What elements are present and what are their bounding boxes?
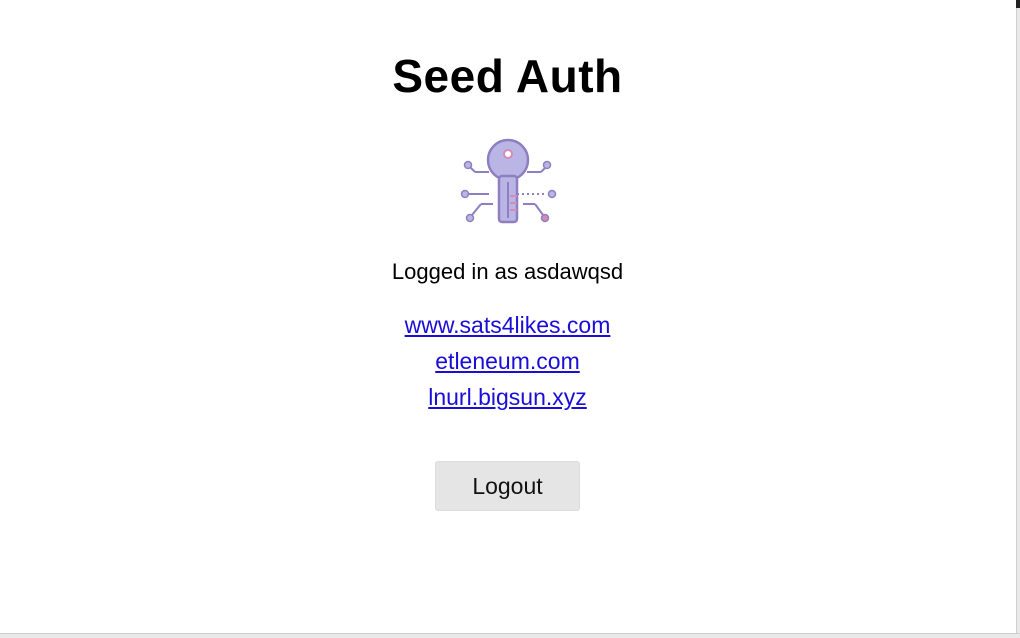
- logout-button[interactable]: Logout: [435, 461, 580, 511]
- site-link-etleneum[interactable]: etleneum.com: [0, 343, 1015, 379]
- logged-in-status: Logged in as asdawqsd: [391, 259, 624, 284]
- site-link-sats4likes[interactable]: www.sats4likes.com: [0, 307, 1015, 343]
- window-right-edge: [1016, 0, 1020, 638]
- window-corner-mark: [1016, 0, 1020, 8]
- popup-content: Seed Auth Logged in as asdawqsd www.sats…: [0, 0, 1015, 632]
- window-bottom-edge: [0, 633, 1020, 638]
- site-link-bigsun[interactable]: lnurl.bigsun.xyz: [0, 379, 1015, 415]
- key-network-icon: [460, 138, 557, 224]
- site-links-list: www.sats4likes.com etleneum.com lnurl.bi…: [0, 307, 1015, 415]
- page-title: Seed Auth: [392, 50, 623, 102]
